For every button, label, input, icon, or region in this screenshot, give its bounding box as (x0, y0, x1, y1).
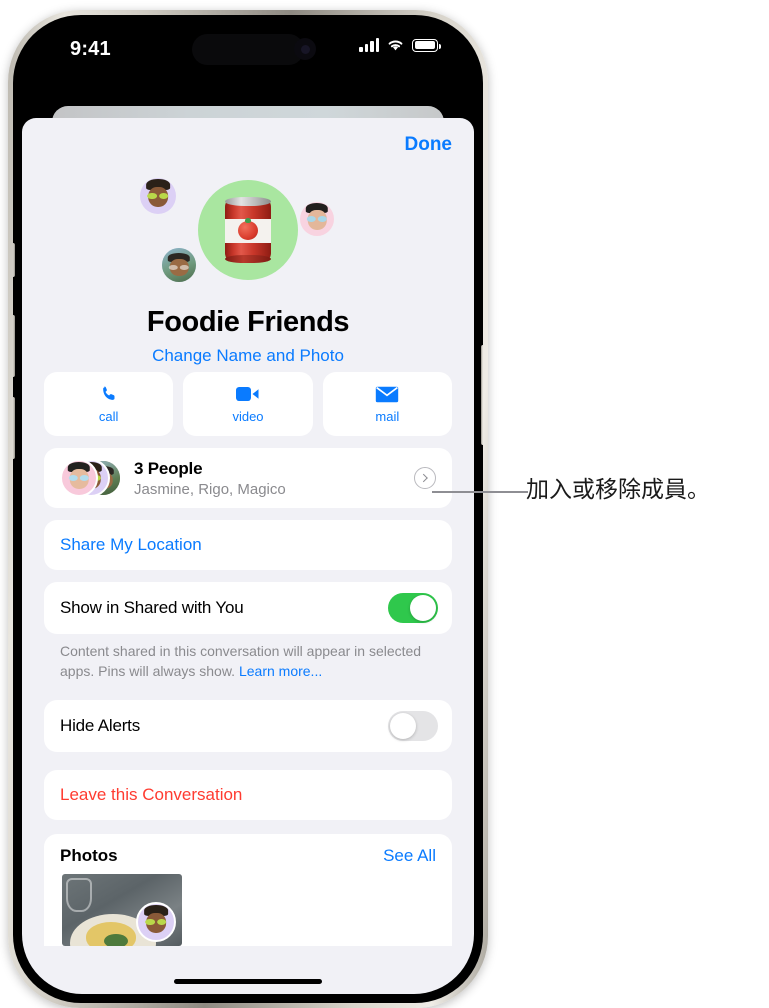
shared-with-you-label: Show in Shared with You (60, 598, 244, 617)
quick-actions-container: call video mail 3 People Jasmine, Rigo, … (22, 372, 474, 946)
home-indicator[interactable] (174, 979, 322, 984)
video-camera-icon (235, 384, 261, 404)
leave-conversation-button[interactable]: Leave this Conversation (44, 770, 452, 820)
people-names: Jasmine, Rigo, Magico (134, 480, 286, 498)
change-name-photo-link[interactable]: Change Name and Photo (22, 346, 474, 366)
sheet-header: Done (22, 118, 474, 174)
memoji-pink (305, 202, 329, 234)
call-label: call (98, 409, 119, 424)
photos-card: Photos See All (44, 833, 452, 946)
share-location-card: Share My Location (44, 520, 452, 570)
photos-thumbnails (44, 873, 452, 946)
member-avatar-3 (162, 248, 196, 282)
photo-avatar (167, 253, 191, 280)
hide-alerts-card: Hide Alerts (44, 699, 452, 752)
photo-sender-avatar (136, 901, 176, 942)
leave-conversation-card: Leave this Conversation (44, 769, 452, 820)
shared-with-you-footnote: Content shared in this conversation will… (44, 634, 444, 682)
learn-more-link[interactable]: Learn more... (239, 663, 322, 679)
hide-alerts-toggle[interactable] (388, 710, 438, 741)
video-label: video (232, 409, 264, 424)
done-button[interactable]: Done (405, 134, 453, 156)
cellular-signal-icon (359, 38, 379, 52)
group-header: Foodie Friends Change Name and Photo (22, 174, 474, 365)
member-avatar-2 (300, 202, 334, 236)
status-bar-indicators (359, 38, 441, 52)
chevron-right-icon[interactable] (414, 467, 436, 489)
member-avatar-stack (60, 459, 124, 497)
people-card: 3 People Jasmine, Rigo, Magico (44, 448, 452, 508)
shared-with-you-toggle[interactable] (388, 593, 438, 623)
member-avatar-1 (140, 178, 176, 214)
screenshot-root: 加入或移除成員。 9:41 Done Foodie Friends Change… (0, 0, 769, 1008)
volume-down-button[interactable] (13, 397, 15, 459)
iphone-screen: 9:41 Done Foodie Friends Change Name and… (22, 24, 474, 994)
people-count: 3 People (134, 458, 203, 478)
see-all-button[interactable]: See All (383, 846, 436, 866)
mail-label: mail (375, 409, 400, 424)
stack-avatar-1 (60, 459, 98, 497)
group-name: Foodie Friends (146, 306, 350, 338)
battery-icon (412, 38, 441, 52)
action-button[interactable] (13, 243, 15, 277)
people-row[interactable]: 3 People Jasmine, Rigo, Magico (44, 448, 452, 508)
share-my-location-button[interactable]: Share My Location (44, 520, 452, 570)
status-bar: 9:41 (22, 24, 474, 82)
power-button[interactable] (481, 345, 483, 445)
wifi-icon (388, 40, 403, 51)
hide-alerts-row: Hide Alerts (44, 700, 452, 752)
group-details-sheet: Done Foodie Friends Change Name and Phot… (22, 118, 474, 994)
phone-icon (96, 384, 122, 404)
dynamic-island (192, 34, 304, 65)
shared-with-you-card: Show in Shared with You (44, 582, 452, 634)
status-bar-time: 9:41 (70, 38, 111, 60)
canned-food-icon (225, 197, 271, 263)
iphone-bezel: 9:41 Done Foodie Friends Change Name and… (13, 15, 483, 1003)
photo-thumbnail[interactable] (62, 873, 182, 946)
callout-annotation-text: 加入或移除成員。 (526, 477, 710, 503)
group-avatar-cluster (22, 174, 474, 306)
photos-title: Photos (60, 845, 118, 865)
memoji-purple (146, 178, 170, 212)
envelope-icon (374, 384, 400, 404)
video-button[interactable]: video (183, 372, 313, 436)
hide-alerts-label: Hide Alerts (60, 715, 141, 735)
mail-button[interactable]: mail (322, 372, 452, 436)
photos-header: Photos See All (44, 834, 452, 874)
front-camera-icon (294, 38, 316, 60)
volume-up-button[interactable] (13, 315, 15, 377)
group-avatar[interactable] (198, 180, 298, 280)
call-button[interactable]: call (44, 372, 174, 436)
callout-leader-line (432, 491, 528, 493)
iphone-frame: 9:41 Done Foodie Friends Change Name and… (8, 10, 488, 1008)
people-text: 3 People Jasmine, Rigo, Magico (134, 459, 286, 498)
shared-with-you-row: Show in Shared with You (44, 582, 452, 634)
quick-actions: call video mail (44, 372, 452, 436)
